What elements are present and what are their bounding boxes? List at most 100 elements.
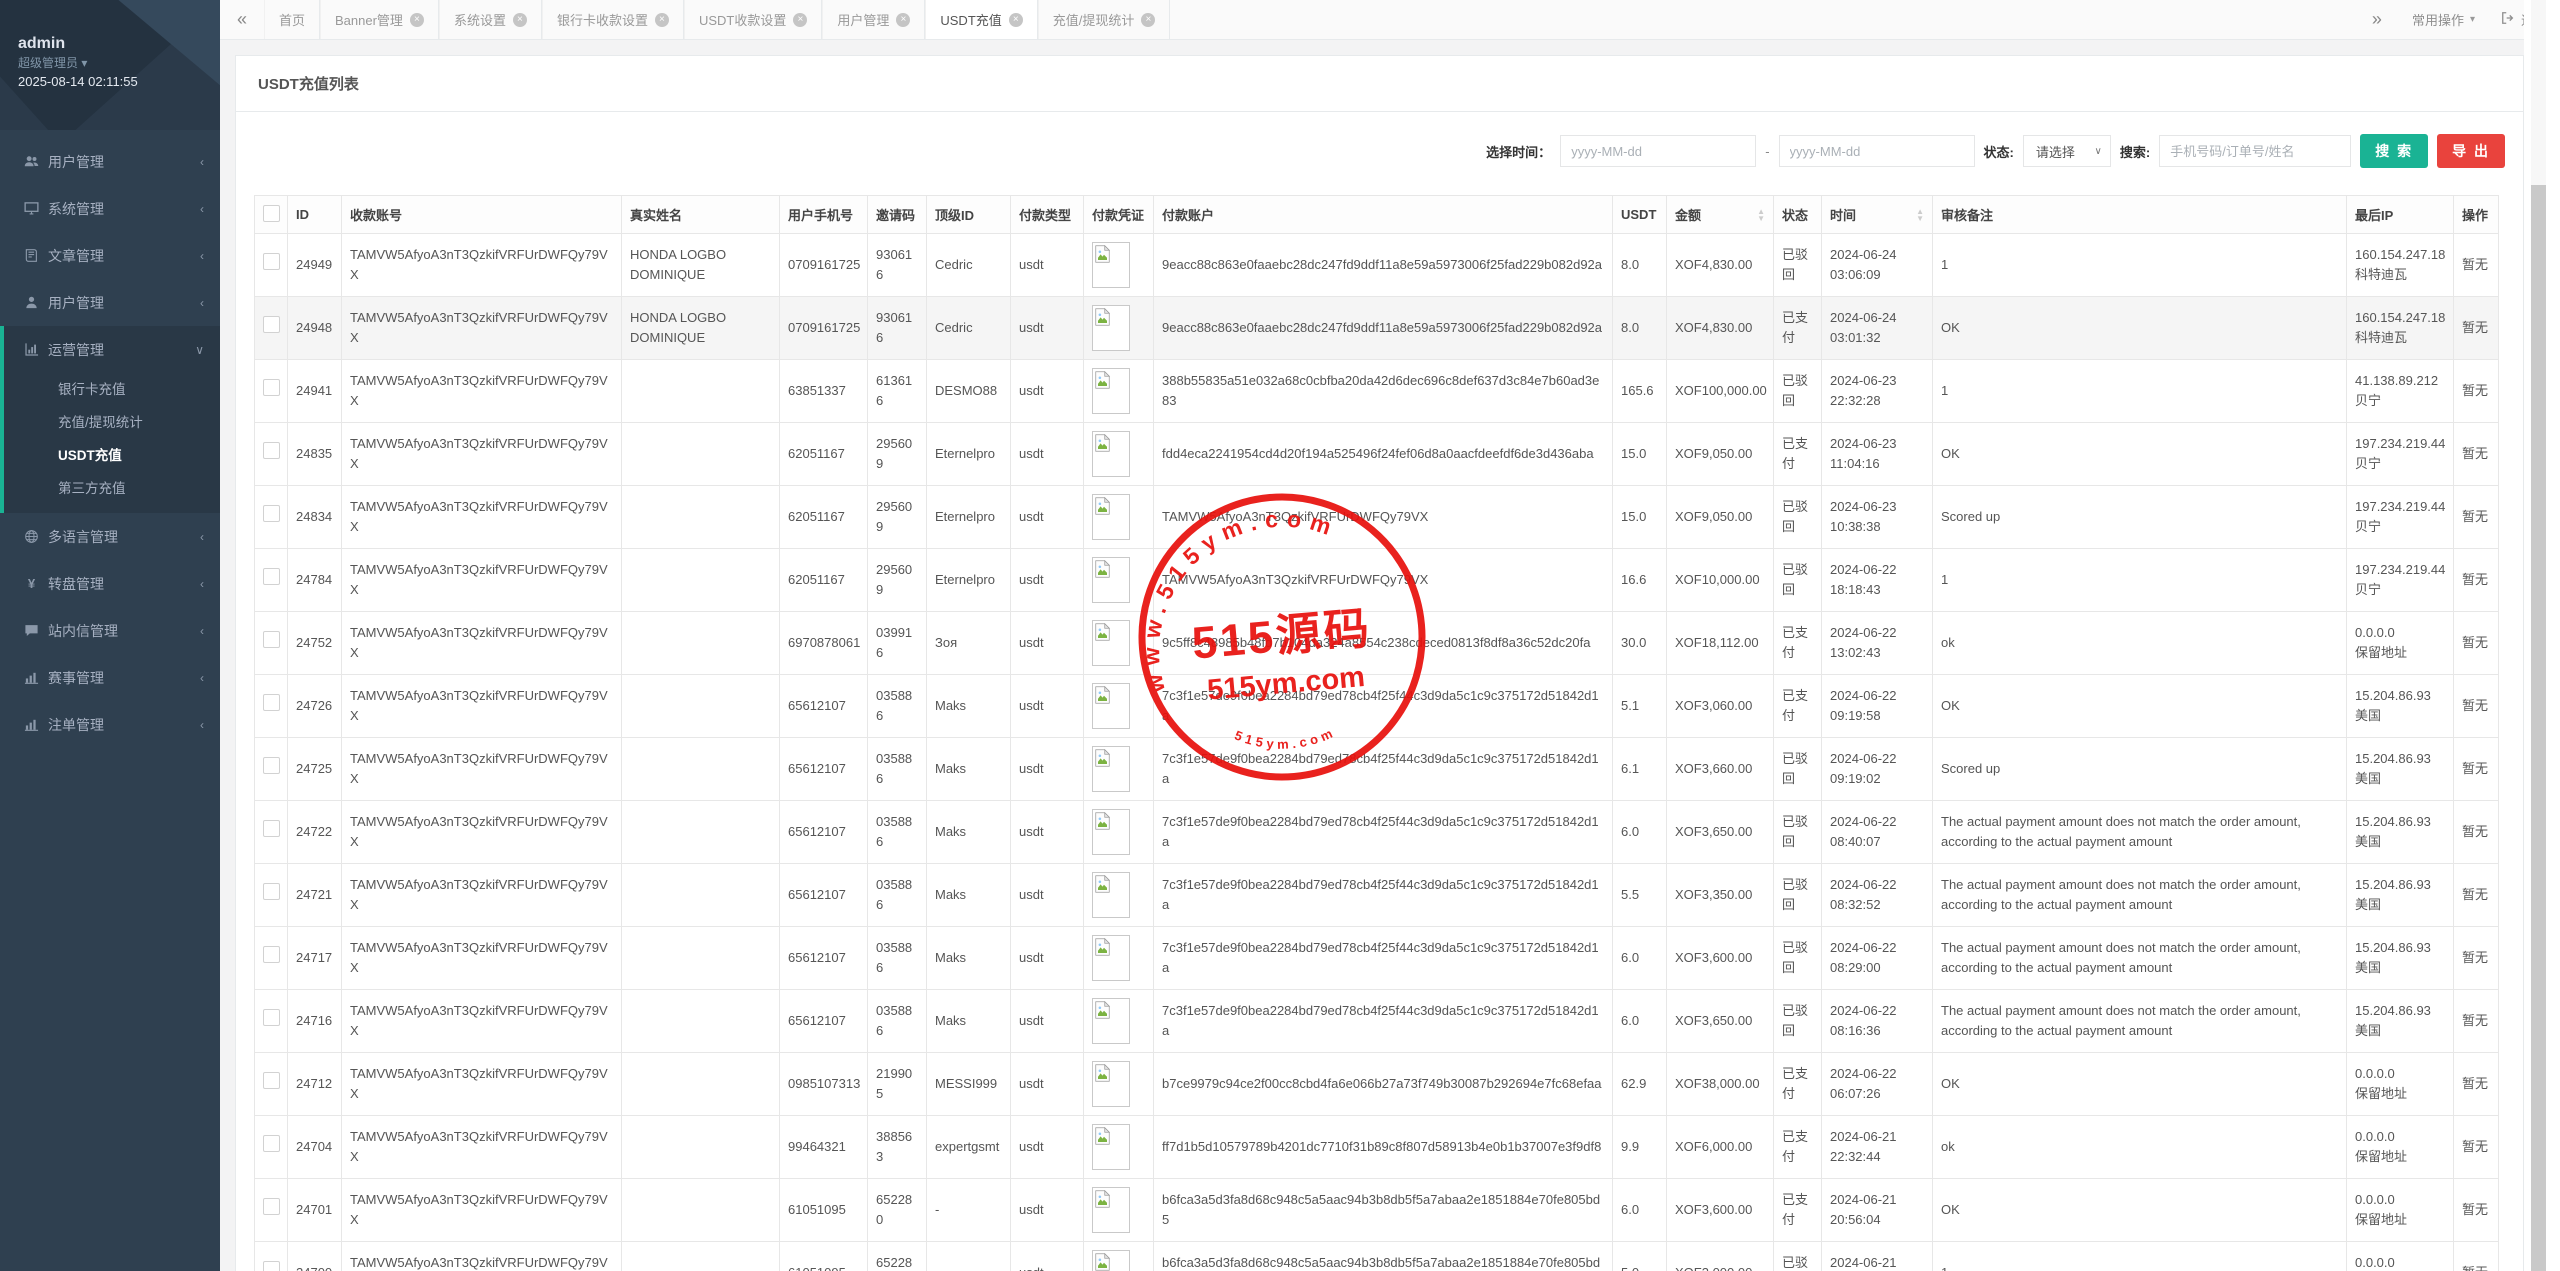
payment-voucher-thumbnail[interactable]: [1092, 746, 1130, 792]
tab-close-icon[interactable]: ×: [513, 13, 527, 27]
row-checkbox[interactable]: [263, 316, 280, 333]
cell-realname: [622, 549, 780, 612]
row-checkbox[interactable]: [263, 883, 280, 900]
sidebar-item[interactable]: 站内信管理‹: [4, 607, 220, 654]
tab-close-icon[interactable]: ×: [1141, 13, 1155, 27]
sidebar-item[interactable]: 多语言管理‹: [4, 513, 220, 560]
row-checkbox[interactable]: [263, 1135, 280, 1152]
tab-首页[interactable]: 首页: [264, 0, 320, 39]
scrollbar-thumb[interactable]: [2531, 185, 2546, 1271]
row-checkbox[interactable]: [263, 694, 280, 711]
status-select[interactable]: 请选择 ∨: [2023, 135, 2111, 167]
row-checkbox[interactable]: [263, 946, 280, 963]
payment-voucher-thumbnail[interactable]: [1092, 1124, 1130, 1170]
date-to-input[interactable]: [1779, 135, 1975, 167]
payment-voucher-thumbnail[interactable]: [1092, 242, 1130, 288]
sidebar-subitem[interactable]: 充值/提现统计: [4, 406, 220, 439]
sidebar-item[interactable]: 运营管理∨: [4, 326, 220, 373]
tab-充值/提现统计[interactable]: 充值/提现统计 ×: [1038, 0, 1171, 39]
tab-bar: « 首页Banner管理×系统设置×银行卡收款设置×USDT收款设置×用户管理×…: [220, 0, 2560, 40]
search-button[interactable]: 搜 索: [2360, 134, 2428, 168]
payment-voucher-thumbnail[interactable]: [1092, 872, 1130, 918]
payment-voucher-thumbnail[interactable]: [1092, 1187, 1130, 1233]
cell-amount: XOF4,830.00: [1667, 234, 1774, 297]
cell-paytype: usdt: [1011, 1116, 1084, 1179]
cell-usdt: 30.0: [1613, 612, 1667, 675]
row-checkbox[interactable]: [263, 1198, 280, 1215]
tab-label: 充值/提现统计: [1053, 10, 1135, 29]
cell-usdt: 9.9: [1613, 1116, 1667, 1179]
column-header[interactable]: 金额▲▼: [1667, 196, 1774, 234]
payment-voucher-thumbnail[interactable]: [1092, 368, 1130, 414]
row-checkbox[interactable]: [263, 379, 280, 396]
sidebar-subitem[interactable]: USDT充值: [4, 439, 220, 472]
payment-voucher-thumbnail[interactable]: [1092, 494, 1130, 540]
row-checkbox[interactable]: [263, 1261, 280, 1271]
row-checkbox[interactable]: [263, 568, 280, 585]
row-checkbox[interactable]: [263, 253, 280, 270]
cell-time: 2024-06-22 18:18:43: [1822, 549, 1933, 612]
globe-icon: [24, 529, 48, 544]
tab-close-icon[interactable]: ×: [410, 13, 424, 27]
common-actions-button[interactable]: 常用操作 ▾: [2399, 0, 2488, 39]
cell-account: TAMVW5AfyoA3nT3QzkifVRFUrDWFQy79VX: [342, 423, 622, 486]
user-role[interactable]: 超级管理员 ▾: [18, 54, 220, 72]
sidebar-item[interactable]: 用户管理‹: [4, 138, 220, 185]
payment-voucher-thumbnail[interactable]: [1092, 998, 1130, 1044]
cell-phone: 65612107: [780, 927, 868, 990]
row-checkbox[interactable]: [263, 820, 280, 837]
payment-voucher-thumbnail[interactable]: [1092, 1250, 1130, 1271]
cell-invite: 035886: [868, 990, 927, 1053]
tab-close-icon[interactable]: ×: [655, 13, 669, 27]
payment-voucher-thumbnail[interactable]: [1092, 620, 1130, 666]
export-button[interactable]: 导 出: [2437, 134, 2505, 168]
column-header[interactable]: 时间▲▼: [1822, 196, 1933, 234]
tabs-scroll-right-icon[interactable]: »: [2355, 9, 2399, 30]
table-row: 24704TAMVW5AfyoA3nT3QzkifVRFUrDWFQy79VX9…: [255, 1116, 2499, 1179]
cell-status: 已支付: [1774, 1116, 1822, 1179]
tab-系统设置[interactable]: 系统设置×: [439, 0, 542, 39]
sidebar-subitem[interactable]: 银行卡充值: [4, 373, 220, 406]
row-checkbox[interactable]: [263, 631, 280, 648]
payment-voucher-thumbnail[interactable]: [1092, 431, 1130, 477]
status-filter-label: 状态:: [1984, 142, 2014, 161]
row-checkbox[interactable]: [263, 442, 280, 459]
sidebar-item[interactable]: 用户管理‹: [4, 279, 220, 326]
tab-close-icon[interactable]: ×: [1009, 13, 1023, 27]
tab-USDT充值[interactable]: USDT充值×: [925, 0, 1037, 39]
payment-voucher-thumbnail[interactable]: [1092, 683, 1130, 729]
tab-USDT收款设置[interactable]: USDT收款设置×: [684, 0, 822, 39]
row-checkbox[interactable]: [263, 757, 280, 774]
sort-icon[interactable]: ▲▼: [1916, 208, 1924, 222]
row-checkbox[interactable]: [263, 505, 280, 522]
sidebar-item[interactable]: 系统管理‹: [4, 185, 220, 232]
tab-银行卡收款设置[interactable]: 银行卡收款设置×: [542, 0, 684, 39]
payment-voucher-thumbnail[interactable]: [1092, 305, 1130, 351]
select-all-checkbox[interactable]: [263, 205, 280, 222]
tab-用户管理[interactable]: 用户管理×: [822, 0, 925, 39]
tabs-scroll-left-icon[interactable]: «: [220, 0, 264, 39]
sidebar-subitem[interactable]: 第三方充值: [4, 472, 220, 505]
sidebar-item[interactable]: 注单管理‹: [4, 701, 220, 748]
usdt-recharge-panel: USDT充值列表 选择时间： - 状态: 请选择 ∨ 搜索: 搜 索 导 出: [235, 55, 2524, 1271]
tab-close-icon[interactable]: ×: [793, 13, 807, 27]
payment-voucher-thumbnail[interactable]: [1092, 809, 1130, 855]
date-from-input[interactable]: [1560, 135, 1756, 167]
row-checkbox[interactable]: [263, 1072, 280, 1089]
cell-status: 已驳回: [1774, 927, 1822, 990]
row-checkbox[interactable]: [263, 1009, 280, 1026]
sidebar-item[interactable]: ¥转盘管理‹: [4, 560, 220, 607]
sort-icon[interactable]: ▲▼: [1757, 208, 1765, 222]
payment-voucher-thumbnail[interactable]: [1092, 935, 1130, 981]
cell-amount: XOF10,000.00: [1667, 549, 1774, 612]
sidebar-item[interactable]: 赛事管理‹: [4, 654, 220, 701]
cell-id: 24712: [288, 1053, 342, 1116]
payment-voucher-thumbnail[interactable]: [1092, 557, 1130, 603]
tab-Banner管理[interactable]: Banner管理×: [320, 0, 439, 39]
chevron-down-icon: ∨: [195, 343, 204, 357]
search-input[interactable]: [2159, 135, 2351, 167]
sidebar-item[interactable]: 文章管理‹: [4, 232, 220, 279]
payment-voucher-thumbnail[interactable]: [1092, 1061, 1130, 1107]
cell-realname: [622, 927, 780, 990]
tab-close-icon[interactable]: ×: [896, 13, 910, 27]
